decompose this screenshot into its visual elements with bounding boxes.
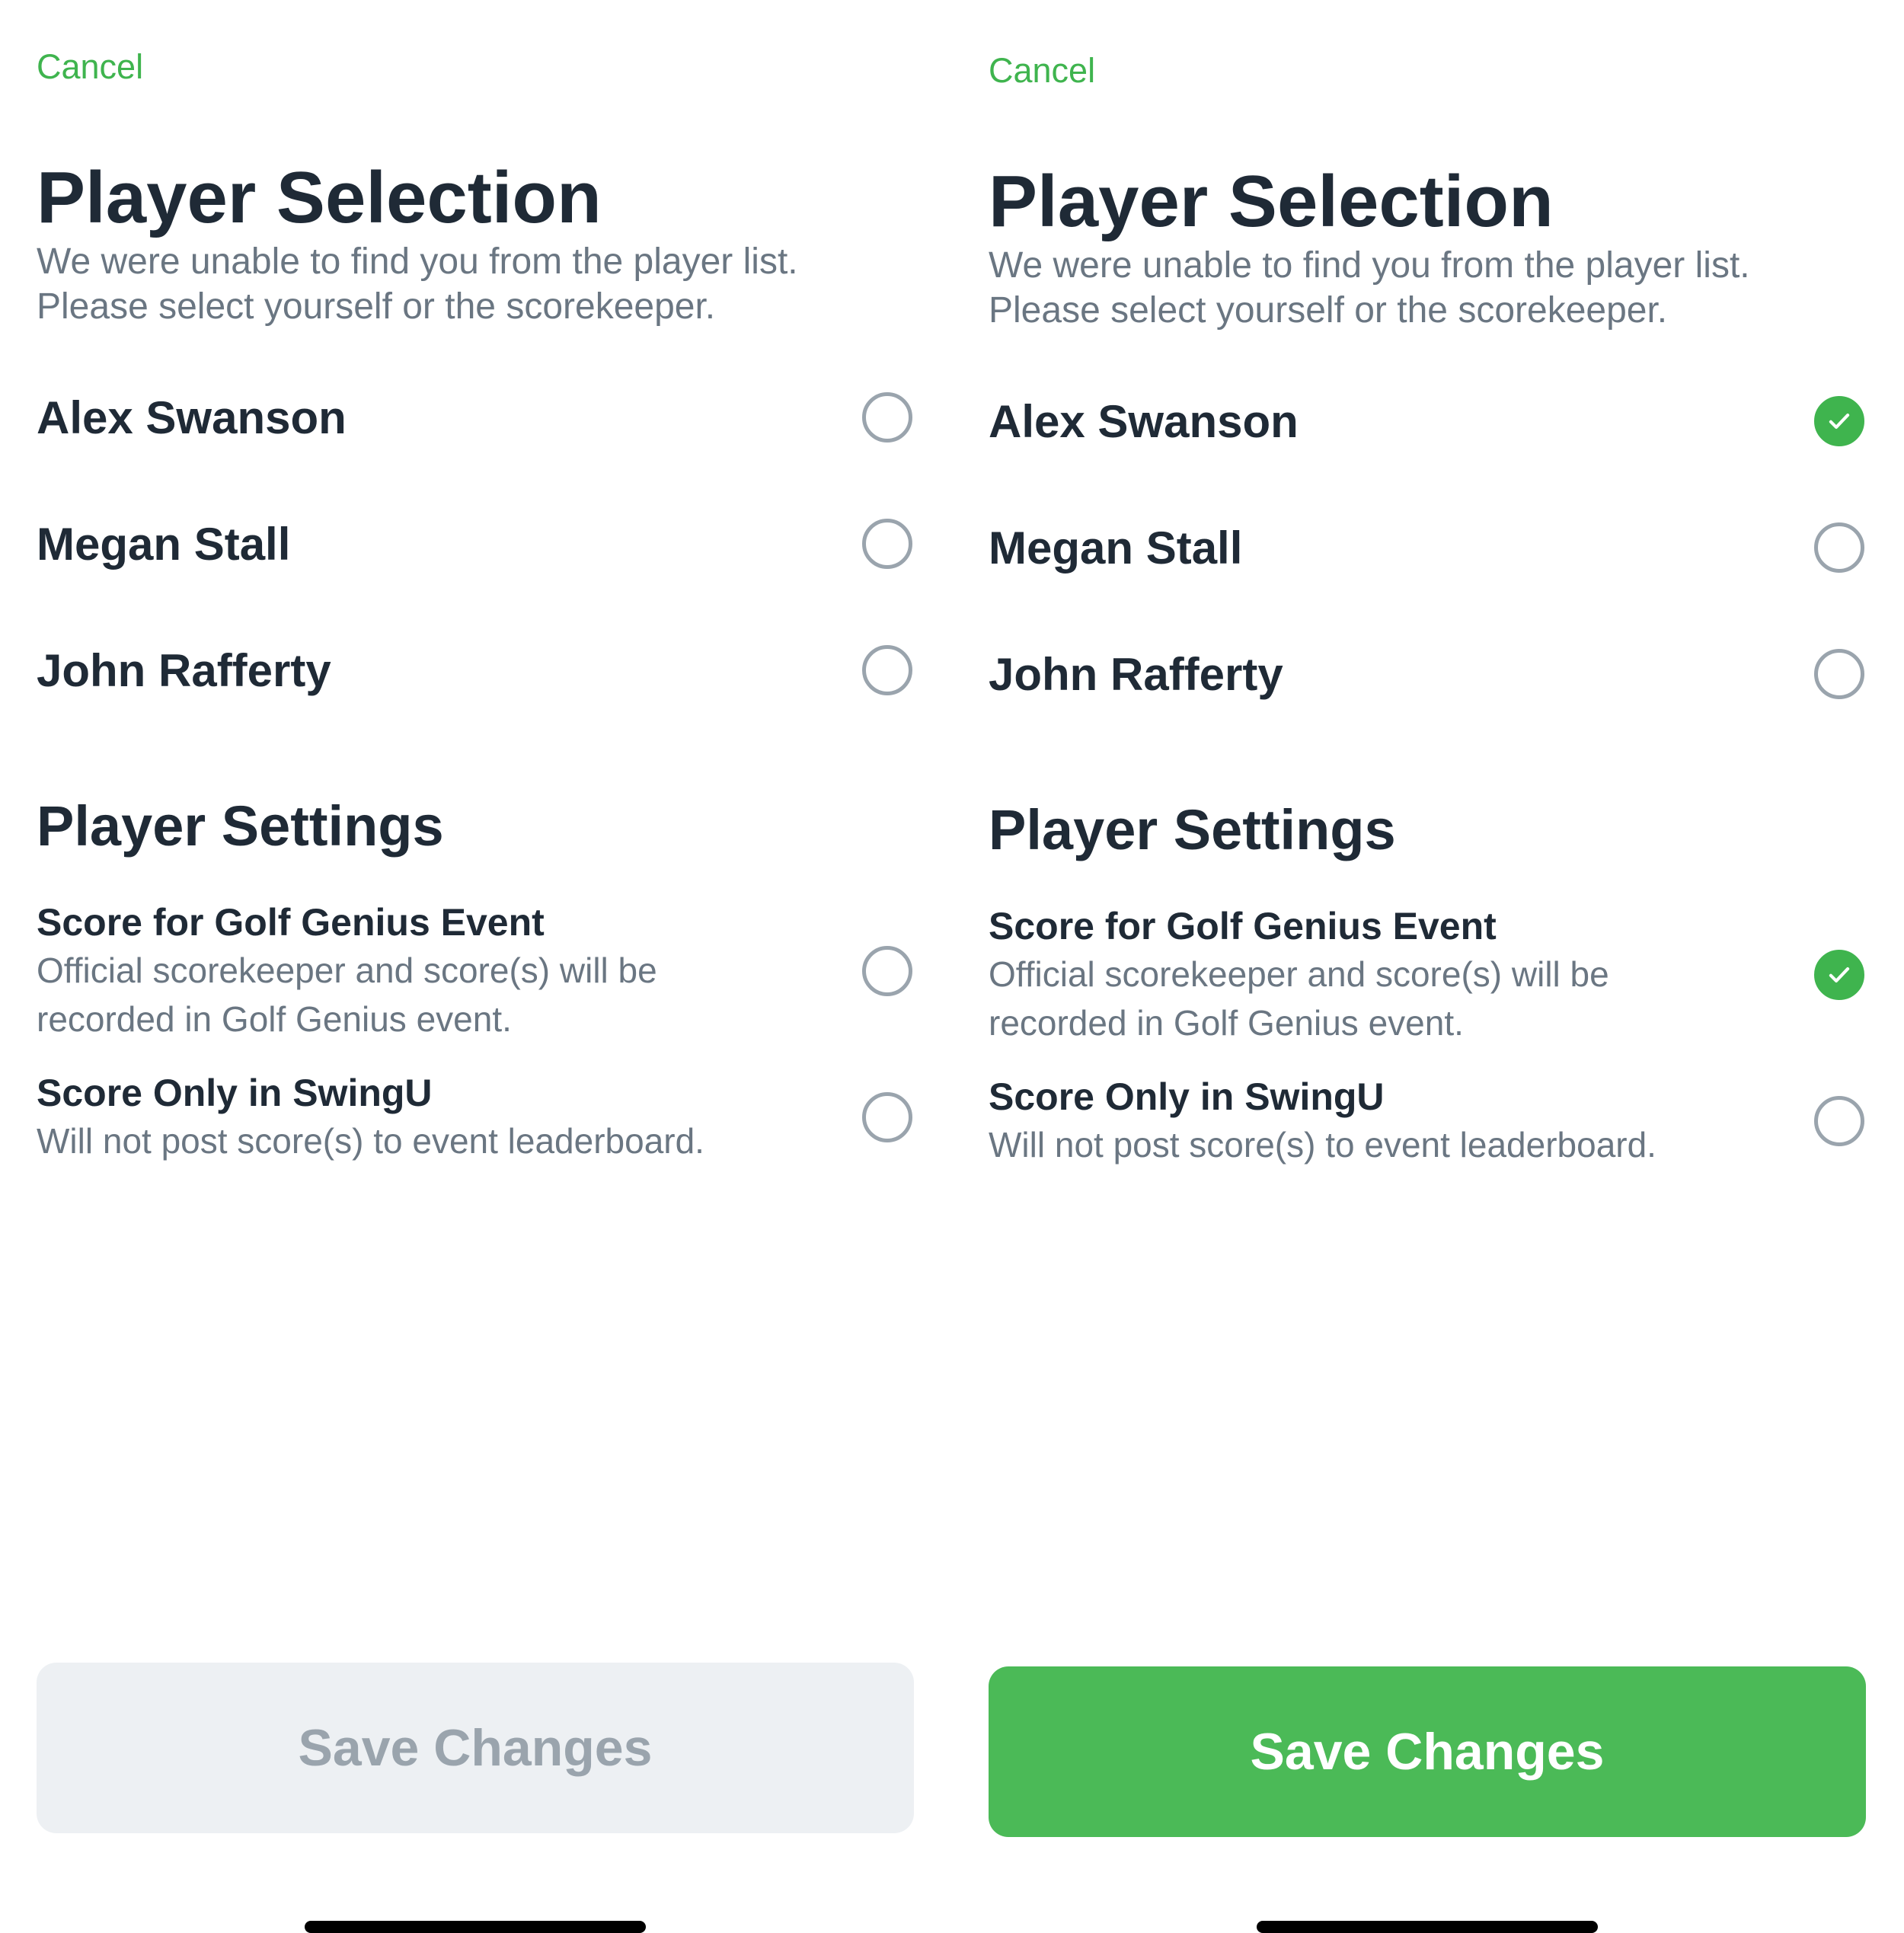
setting-text: Score for Golf Genius Event Official sco… — [37, 899, 798, 1043]
player-name: John Rafferty — [37, 644, 331, 696]
setting-description: Official scorekeeper and score(s) will b… — [989, 954, 1609, 994]
save-changes-button[interactable]: Save Changes — [989, 1666, 1866, 1837]
player-option-john-rafferty[interactable]: John Rafferty — [37, 632, 912, 708]
setting-title: Score for Golf Genius Event — [37, 901, 545, 944]
screen-left: Cancel Player Selection We were unable t… — [0, 0, 952, 1933]
subtitle-line: We were unable to find you from the play… — [989, 245, 1750, 286]
player-option-megan-stall[interactable]: Megan Stall — [37, 506, 912, 582]
player-name: Megan Stall — [37, 518, 291, 570]
setting-description: Will not post score(s) to event leaderbo… — [37, 1121, 704, 1161]
player-name: Megan Stall — [989, 522, 1243, 574]
player-option-megan-stall[interactable]: Megan Stall — [989, 510, 1864, 586]
setting-score-only-swingu[interactable]: Score Only in SwingU Will not post score… — [989, 1073, 1864, 1169]
radio-icon[interactable] — [862, 645, 912, 695]
radio-icon[interactable] — [1814, 950, 1864, 1000]
page-title: Player Selection — [989, 161, 1554, 242]
setting-score-only-swingu[interactable]: Score Only in SwingU Will not post score… — [37, 1069, 912, 1165]
setting-description: recorded in Golf Genius event. — [989, 1003, 1464, 1043]
radio-icon[interactable] — [1814, 396, 1864, 446]
page-subtitle: We were unable to find you from the play… — [989, 243, 1864, 333]
setting-description: recorded in Golf Genius event. — [37, 999, 512, 1039]
setting-text: Score for Golf Genius Event Official sco… — [989, 903, 1750, 1047]
setting-title: Score for Golf Genius Event — [989, 905, 1497, 947]
settings-heading: Player Settings — [37, 794, 444, 858]
player-name: Alex Swanson — [989, 395, 1299, 447]
radio-icon[interactable] — [1814, 1096, 1864, 1146]
radio-icon[interactable] — [1814, 649, 1864, 699]
page-subtitle: We were unable to find you from the play… — [37, 239, 912, 329]
subtitle-line: We were unable to find you from the play… — [37, 241, 798, 282]
subtitle-line: Please select yourself or the scorekeepe… — [989, 290, 1668, 331]
radio-icon[interactable] — [862, 519, 912, 569]
setting-description: Official scorekeeper and score(s) will b… — [37, 951, 657, 990]
radio-icon[interactable] — [862, 946, 912, 996]
screen-right: Cancel Player Selection We were unable t… — [952, 0, 1904, 1933]
page-title: Player Selection — [37, 157, 602, 238]
setting-score-golf-genius[interactable]: Score for Golf Genius Event Official sco… — [989, 903, 1864, 1047]
setting-score-golf-genius[interactable]: Score for Golf Genius Event Official sco… — [37, 899, 912, 1043]
player-name: John Rafferty — [989, 648, 1283, 700]
home-indicator — [305, 1921, 646, 1933]
radio-icon[interactable] — [862, 392, 912, 443]
cancel-button[interactable]: Cancel — [37, 46, 143, 88]
checkmark-icon — [1829, 414, 1850, 429]
subtitle-line: Please select yourself or the scorekeepe… — [37, 286, 716, 327]
cancel-button[interactable]: Cancel — [989, 50, 1095, 92]
setting-text: Score Only in SwingU Will not post score… — [37, 1069, 798, 1165]
checkmark-icon — [1829, 967, 1850, 982]
radio-icon[interactable] — [1814, 522, 1864, 573]
setting-title: Score Only in SwingU — [37, 1072, 433, 1114]
home-indicator — [1257, 1921, 1598, 1933]
player-option-john-rafferty[interactable]: John Rafferty — [989, 636, 1864, 712]
player-name: Alex Swanson — [37, 391, 347, 443]
setting-description: Will not post score(s) to event leaderbo… — [989, 1125, 1656, 1165]
player-option-alex-swanson[interactable]: Alex Swanson — [37, 379, 912, 455]
save-changes-button[interactable]: Save Changes — [37, 1663, 914, 1833]
player-option-alex-swanson[interactable]: Alex Swanson — [989, 383, 1864, 459]
radio-icon[interactable] — [862, 1092, 912, 1142]
setting-text: Score Only in SwingU Will not post score… — [989, 1073, 1750, 1169]
setting-title: Score Only in SwingU — [989, 1075, 1385, 1118]
settings-heading: Player Settings — [989, 798, 1396, 861]
